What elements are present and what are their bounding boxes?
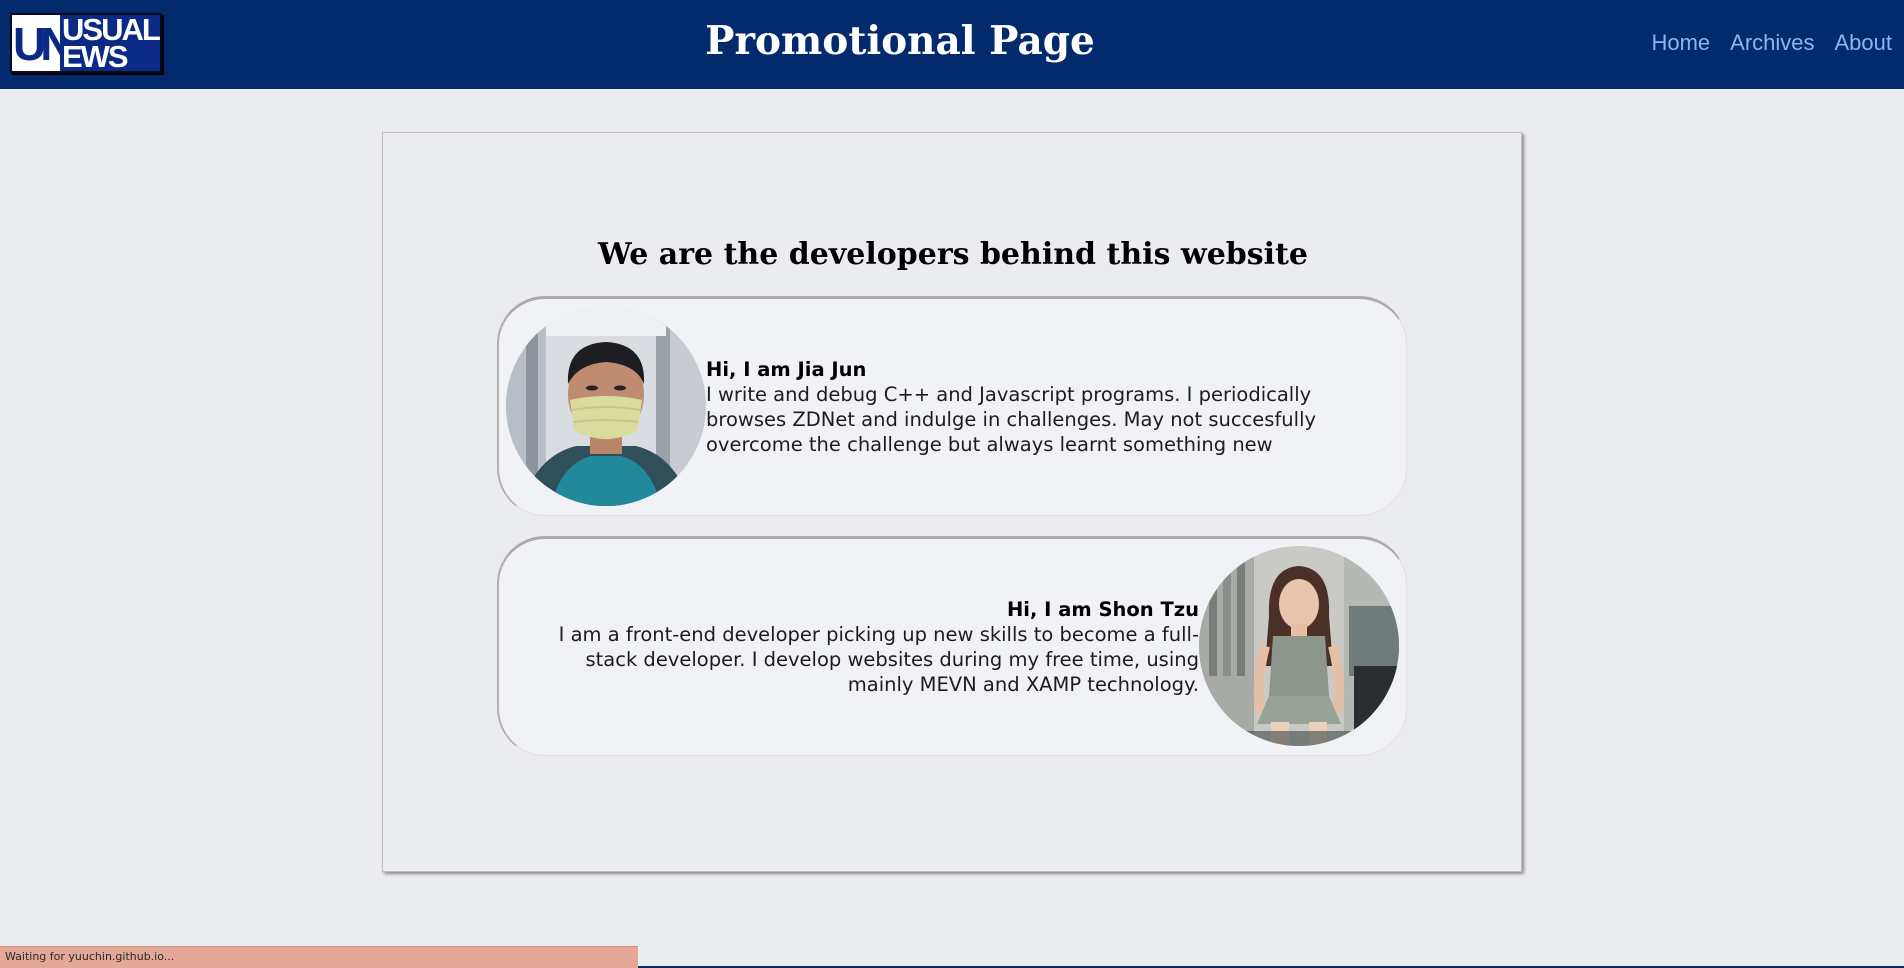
main-nav: Home Archives About	[1651, 30, 1892, 56]
nav-about-link[interactable]: About	[1835, 30, 1893, 56]
developer-text-jia-jun: Hi, I am Jia Jun I write and debug C++ a…	[706, 357, 1386, 457]
section-heading: We are the developers behind this websit…	[598, 237, 1308, 272]
developer-bio: I am a front-end developer picking up ne…	[558, 623, 1199, 696]
developer-text-shon-tzu: Hi, I am Shon Tzu I am a front-end devel…	[519, 597, 1199, 697]
developer-card-jia-jun: Hi, I am Jia Jun I write and debug C++ a…	[497, 296, 1407, 516]
developer-name: Hi, I am Jia Jun	[706, 358, 867, 381]
developer-name: Hi, I am Shon Tzu	[1006, 598, 1199, 621]
developer-photo-jia-jun	[506, 306, 706, 506]
nav-home-link[interactable]: Home	[1651, 30, 1710, 56]
site-header: UN USUAL EWS Promotional Page Home Archi…	[0, 0, 1904, 89]
developer-card-shon-tzu: Hi, I am Shon Tzu I am a front-end devel…	[497, 536, 1407, 756]
developers-panel: We are the developers behind this websit…	[382, 132, 1522, 872]
page-title: Promotional Page	[705, 18, 1095, 64]
developer-bio: I write and debug C++ and Javascript pro…	[706, 383, 1317, 456]
developer-photo-shon-tzu	[1199, 546, 1399, 746]
browser-status-bar: Waiting for yuuchin.github.io...	[0, 946, 638, 968]
nav-archives-link[interactable]: Archives	[1730, 30, 1814, 56]
